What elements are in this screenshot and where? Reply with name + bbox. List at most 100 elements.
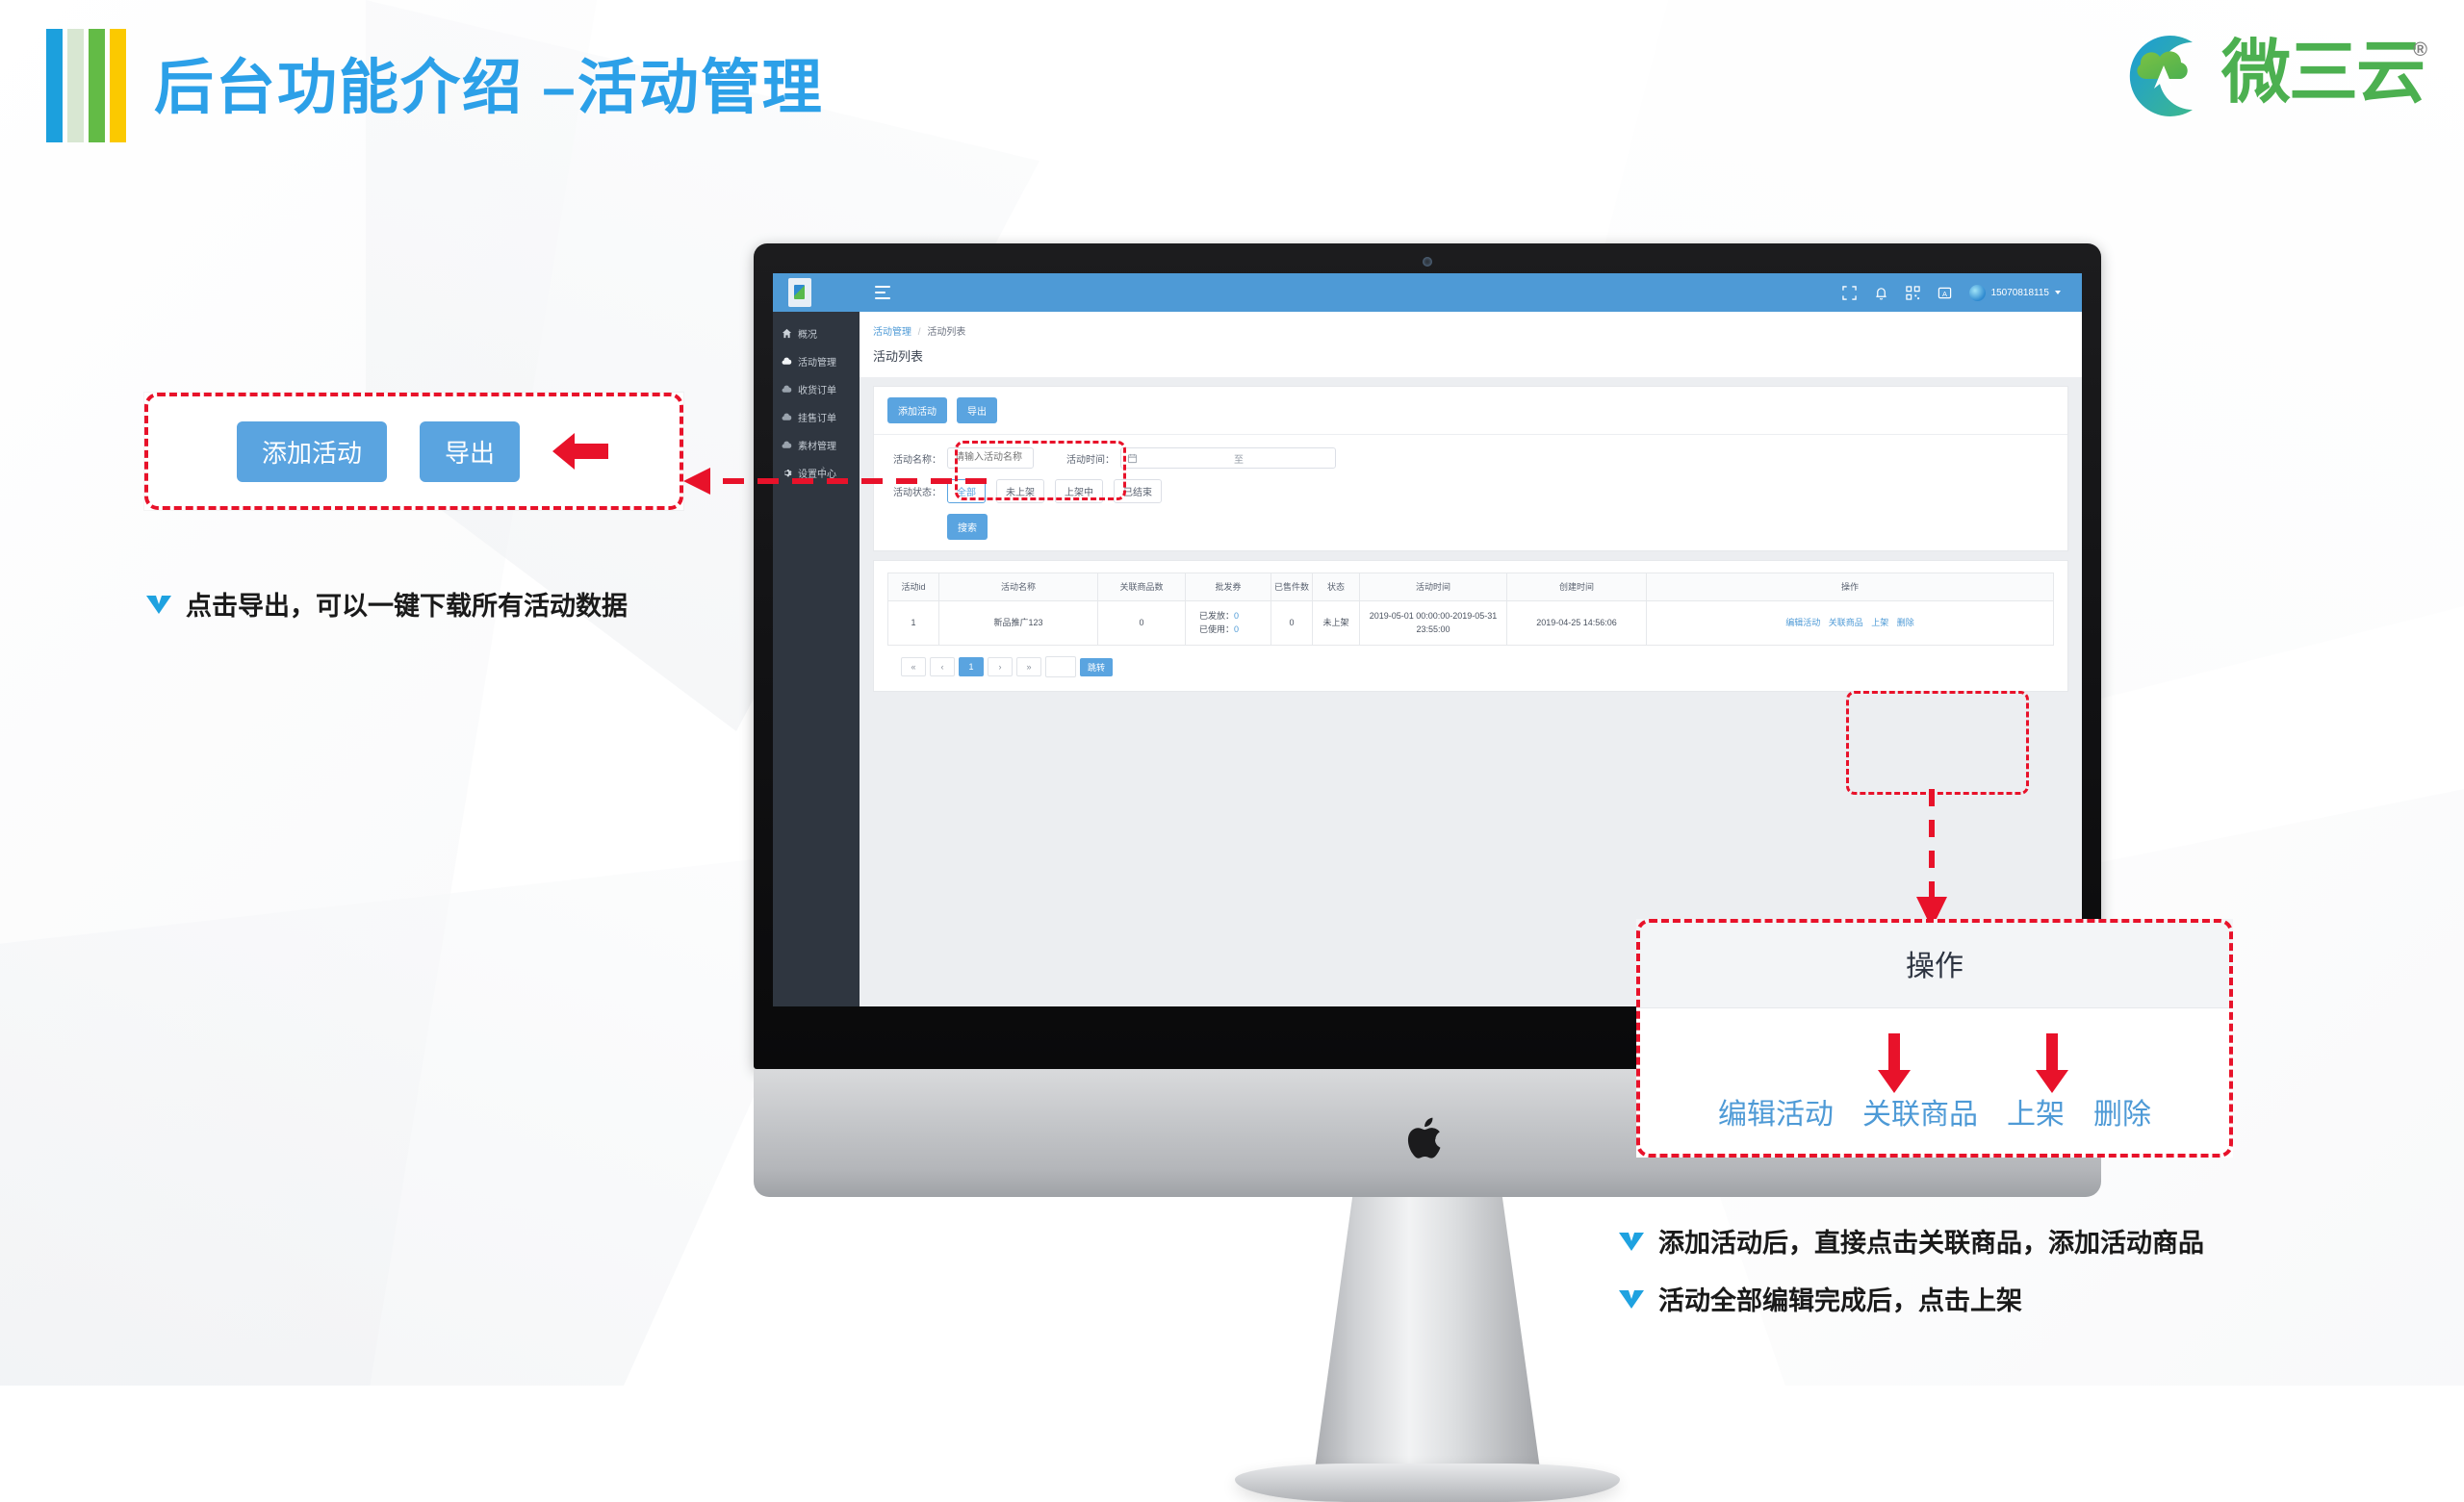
sidebar-item-settings[interactable]: 设置中心 ›	[773, 459, 860, 487]
activity-name-input[interactable]	[947, 447, 1034, 469]
col-create-time: 创建时间	[1506, 572, 1647, 602]
pagination-next[interactable]: ›	[988, 657, 1013, 677]
pagination-jump-button[interactable]: 跳转	[1080, 657, 1114, 676]
status-option-all[interactable]: 全部	[947, 479, 986, 503]
sidebar-item-label: 概况	[798, 330, 817, 341]
table-card: 活动id 活动名称 关联商品数 批发券 已售件数 状态 活动时间 创建时间 操作	[873, 560, 2068, 693]
cell-goods-count: 0	[1097, 600, 1186, 647]
breadcrumb-parent[interactable]: 活动管理	[873, 327, 911, 338]
hamburger-icon[interactable]	[875, 286, 890, 299]
accent-bar-green	[89, 29, 105, 142]
date-start-input[interactable]	[1142, 448, 1229, 468]
col-coupon: 批发券	[1185, 572, 1271, 602]
add-activity-button[interactable]: 添加活动	[887, 397, 947, 423]
edit-activity-link[interactable]: 编辑活动	[1785, 618, 1820, 627]
activity-table: 活动id 活动名称 关联商品数 批发券 已售件数 状态 活动时间 创建时间 操作	[887, 572, 2054, 647]
sidebar-item-label: 挂售订单	[798, 414, 836, 424]
col-goods-count: 关联商品数	[1097, 572, 1186, 602]
calendar-icon	[1121, 453, 1142, 464]
cloud-icon	[782, 357, 792, 365]
sidebar-item-overview[interactable]: 概况	[773, 319, 860, 347]
filter-row-1: 活动名称： 活动时间：	[887, 447, 2054, 469]
col-status: 状态	[1312, 572, 1360, 602]
breadcrumb-current: 活动列表	[927, 327, 966, 338]
sidebar-item-label: 活动管理	[798, 358, 836, 369]
search-button[interactable]: 搜索	[947, 514, 988, 540]
col-activity-id: 活动id	[887, 572, 939, 602]
pagination-prev[interactable]: ‹	[930, 657, 955, 677]
col-operations: 操作	[1646, 572, 2054, 602]
gear-icon	[784, 470, 792, 477]
cell-activity-time: 2019-05-01 00:00:00-2019-05-31 23:55:00	[1359, 600, 1507, 647]
monitor-chin	[754, 1069, 2101, 1197]
col-activity-name: 活动名称	[938, 572, 1098, 602]
user-menu[interactable]: 15070818115	[1968, 284, 2061, 301]
cloud-crescent-logo-icon	[2104, 21, 2208, 125]
status-option-listed[interactable]: 上架中	[1055, 479, 1103, 503]
sidebar-item-label: 收货订单	[798, 386, 836, 396]
slide-header: 后台功能介绍 –活动管理 微三云 ®	[0, 0, 2464, 183]
date-separator: 至	[1234, 454, 1244, 466]
registered-mark: ®	[2413, 39, 2427, 61]
export-button[interactable]: 导出	[957, 397, 997, 423]
pagination-page-1[interactable]: 1	[959, 657, 984, 677]
link-goods-link[interactable]: 关联商品	[1829, 618, 1863, 627]
pagination-first[interactable]: «	[901, 657, 926, 677]
cell-coupon: 已发放：0 已使用：0	[1185, 600, 1271, 647]
coupon-used-line: 已使用：0	[1199, 624, 1268, 637]
sidebar-item-label: 素材管理	[798, 442, 836, 452]
monitor-stand-foot	[1235, 1464, 1620, 1502]
pagination-jump-input[interactable]	[1045, 656, 1076, 678]
status-option-not-listed[interactable]: 未上架	[996, 479, 1044, 503]
home-icon	[782, 328, 792, 339]
coupon-issued-value: 0	[1234, 611, 1240, 622]
activity-time-label: 活动时间：	[1066, 454, 1115, 466]
page-title: 后台功能介绍 –活动管理	[154, 55, 824, 121]
pagination: « ‹ 1 › » 跳转	[901, 656, 2040, 678]
user-name: 15070818115	[1990, 287, 2049, 298]
coupon-used-value: 0	[1234, 624, 1240, 634]
content-area: 活动管理 / 活动列表 活动列表 添加活动 导出 活动名称： 请输入活动名称 活…	[860, 312, 2082, 1006]
sidebar-item-material[interactable]: 素材管理	[773, 431, 860, 459]
accent-bar-pale	[67, 29, 84, 142]
sidebar-item-activity[interactable]: 活动管理	[773, 347, 860, 375]
col-sold-count: 已售件数	[1270, 572, 1313, 602]
date-range-picker[interactable]: 至	[1120, 447, 1336, 469]
accent-bar-yellow	[110, 29, 126, 142]
monitor-screen: A 15070818115 概况 活动管理 收货订单 挂售订单 素材管理 设置中…	[773, 273, 2082, 1006]
col-activity-time: 活动时间	[1359, 572, 1507, 602]
sidebar-item-receive-orders[interactable]: 收货订单	[773, 375, 860, 403]
filter-row-3: 搜索	[887, 514, 2054, 540]
brand-logo: 微三云 ®	[2104, 21, 2427, 125]
breadcrumb-separator: /	[917, 327, 921, 338]
delete-link[interactable]: 删除	[1897, 618, 1914, 627]
filter-row-2: 活动状态： 全部 未上架 上架中 已结束	[887, 479, 2054, 503]
coupon-issued-line: 已发放：0	[1199, 610, 1268, 624]
webcam-dot	[1423, 257, 1432, 267]
cloud-icon	[782, 441, 792, 448]
cell-activity-name: 新品推广123	[938, 600, 1098, 647]
coupon-issued-label: 已发放：	[1199, 611, 1235, 622]
activity-status-label: 活动状态：	[893, 488, 941, 498]
fullscreen-icon[interactable]	[1841, 285, 1857, 300]
cloud-icon	[782, 385, 792, 393]
accent-bars	[46, 29, 126, 142]
brand-name-text: 微三云	[2220, 35, 2426, 112]
status-option-ended[interactable]: 已结束	[1114, 479, 1162, 503]
admin-app: A 15070818115 概况 活动管理 收货订单 挂售订单 素材管理 设置中…	[773, 273, 2082, 1006]
app-logo-icon	[788, 278, 811, 307]
publish-link[interactable]: 上架	[1871, 618, 1888, 627]
date-end-input[interactable]	[1248, 448, 1335, 468]
table-row: 1 新品推广123 0 已发放：0 已使用：0 0 未上架 2019-05-01…	[887, 600, 2054, 647]
accent-bar-blue	[46, 29, 63, 142]
apple-logo	[1407, 1117, 1441, 1158]
letter-a-icon[interactable]: A	[1938, 286, 1952, 300]
pagination-last[interactable]: »	[1016, 657, 1041, 677]
sidebar-item-listing-orders[interactable]: 挂售订单	[773, 403, 860, 431]
cell-activity-id: 1	[887, 600, 939, 647]
topbar-actions: A 15070818115	[1841, 284, 2061, 301]
qrcode-icon[interactable]	[1905, 285, 1920, 300]
monitor-bezel: A 15070818115 概况 活动管理 收货订单 挂售订单 素材管理 设置中…	[754, 243, 2101, 1069]
bell-icon[interactable]	[1874, 286, 1888, 300]
filter-card: 添加活动 导出 活动名称： 活动时间：	[873, 386, 2068, 551]
